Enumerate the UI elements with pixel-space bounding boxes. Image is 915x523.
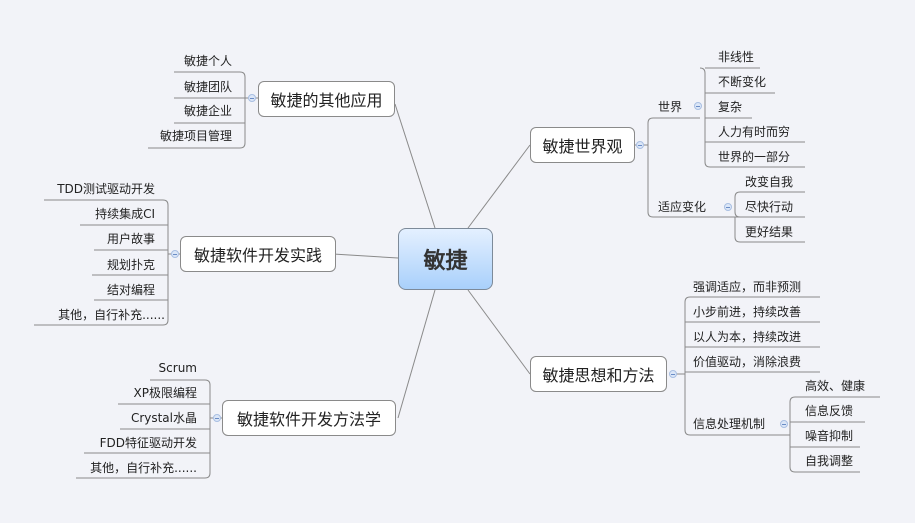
list-item[interactable]: 人力有时而穷 bbox=[718, 123, 790, 141]
list-item[interactable]: 自我调整 bbox=[805, 452, 853, 470]
list-item[interactable]: 敏捷团队 bbox=[160, 78, 232, 96]
collapse-icon[interactable] bbox=[171, 250, 179, 258]
list-item[interactable]: 世界的一部分 bbox=[718, 148, 790, 166]
list-item[interactable]: Scrum bbox=[80, 359, 197, 377]
list-item[interactable]: 非线性 bbox=[718, 48, 754, 66]
list-item[interactable]: 信息反馈 bbox=[805, 402, 853, 420]
topic-thinking[interactable]: 敏捷思想和方法 bbox=[530, 356, 667, 392]
list-item[interactable]: 其他，自行补充...... bbox=[30, 306, 165, 324]
topic-label: 敏捷软件开发方法学 bbox=[236, 410, 381, 429]
collapse-icon[interactable] bbox=[669, 370, 677, 378]
list-item[interactable]: 以人为本，持续改进 bbox=[693, 328, 801, 346]
list-item[interactable]: 敏捷项目管理 bbox=[140, 127, 232, 145]
list-item[interactable]: 更好结果 bbox=[745, 223, 793, 241]
list-item[interactable]: 价值驱动，消除浪费 bbox=[693, 353, 801, 371]
list-item[interactable]: 噪音抑制 bbox=[805, 427, 853, 445]
collapse-icon[interactable] bbox=[636, 141, 644, 149]
topic-other-apps[interactable]: 敏捷的其他应用 bbox=[258, 81, 395, 117]
collapse-icon[interactable] bbox=[780, 420, 788, 428]
topic-methods[interactable]: 敏捷软件开发方法学 bbox=[222, 400, 396, 436]
list-item[interactable]: 复杂 bbox=[718, 98, 742, 116]
topic-practices[interactable]: 敏捷软件开发实践 bbox=[180, 236, 336, 272]
subtopic-world[interactable]: 世界 bbox=[658, 98, 682, 116]
list-item[interactable]: 敏捷企业 bbox=[160, 102, 232, 120]
list-item[interactable]: 小步前进，持续改善 bbox=[693, 303, 801, 321]
central-topic[interactable]: 敏捷 bbox=[398, 228, 493, 290]
list-item[interactable]: FDD特征驱动开发 bbox=[80, 434, 197, 452]
list-item[interactable]: 不断变化 bbox=[718, 73, 766, 91]
list-item[interactable]: 敏捷个人 bbox=[160, 52, 232, 70]
list-item[interactable]: 强调适应，而非预测 bbox=[693, 278, 801, 296]
list-item[interactable]: Crystal水晶 bbox=[80, 409, 197, 427]
collapse-icon[interactable] bbox=[694, 102, 702, 110]
topic-label: 敏捷软件开发实践 bbox=[193, 246, 322, 265]
list-item[interactable]: 高效、健康 bbox=[805, 377, 865, 395]
subtopic-adapt[interactable]: 适应变化 bbox=[658, 198, 706, 216]
topic-label: 敏捷世界观 bbox=[542, 137, 623, 156]
list-item[interactable]: 结对编程 bbox=[30, 281, 155, 299]
list-item[interactable]: XP极限编程 bbox=[80, 384, 197, 402]
topic-worldview[interactable]: 敏捷世界观 bbox=[530, 127, 635, 163]
list-item[interactable]: 用户故事 bbox=[30, 230, 155, 248]
list-item[interactable]: 尽快行动 bbox=[745, 198, 793, 216]
subtopic-info[interactable]: 信息处理机制 bbox=[693, 415, 765, 433]
list-item[interactable]: 其他，自行补充...... bbox=[70, 459, 197, 477]
collapse-icon[interactable] bbox=[248, 94, 256, 102]
list-item[interactable]: 持续集成CI bbox=[30, 205, 155, 223]
list-item[interactable]: TDD测试驱动开发 bbox=[30, 180, 155, 198]
collapse-icon[interactable] bbox=[724, 203, 732, 211]
list-item[interactable]: 规划扑克 bbox=[30, 256, 155, 274]
central-topic-label: 敏捷 bbox=[423, 249, 468, 274]
topic-label: 敏捷的其他应用 bbox=[270, 91, 383, 110]
topic-label: 敏捷思想和方法 bbox=[542, 366, 655, 385]
list-item[interactable]: 改变自我 bbox=[745, 173, 793, 191]
collapse-icon[interactable] bbox=[213, 414, 221, 422]
